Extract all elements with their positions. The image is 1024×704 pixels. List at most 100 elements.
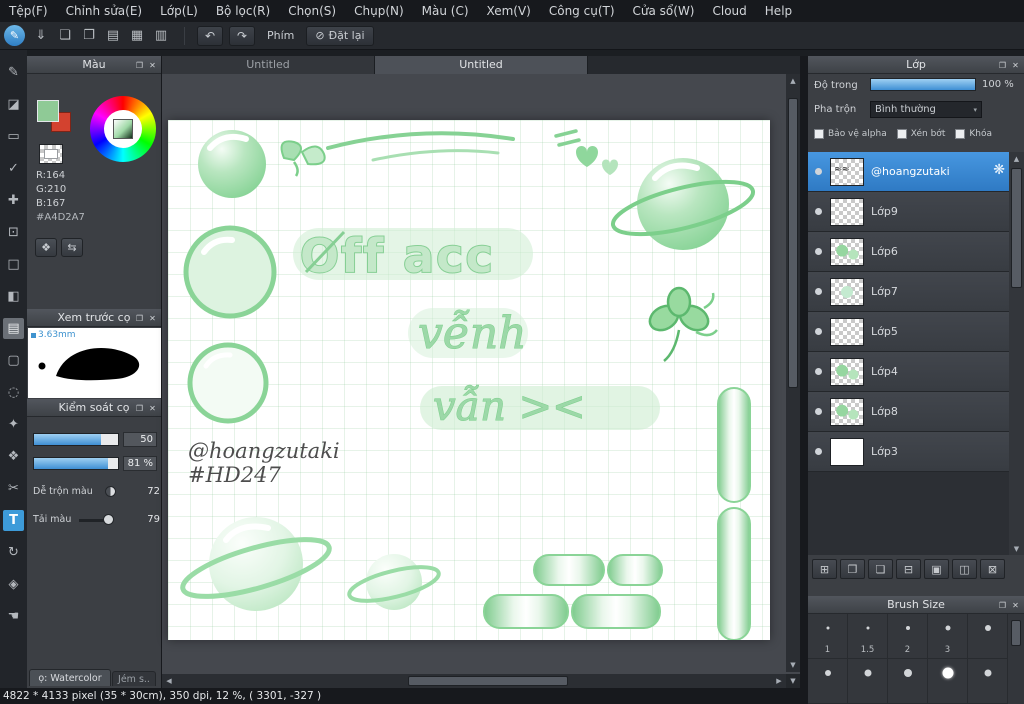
brush-size-cell[interactable] [968, 659, 1008, 704]
scroll-up-icon[interactable]: ▲ [786, 74, 800, 88]
save-icon[interactable]: ⇓ [30, 25, 52, 47]
canvas-horizontal-scrollbar[interactable]: ◀ ▶ [162, 674, 786, 688]
reset-button[interactable]: ⊘ Đặt lại [306, 25, 374, 46]
brush-size-slider[interactable] [33, 433, 119, 446]
scroll-down-icon[interactable]: ▼ [1009, 542, 1024, 555]
menu-layer[interactable]: Lớp(L) [151, 0, 207, 22]
redo-button[interactable]: ↷ [229, 25, 255, 46]
vertical-scroll-thumb[interactable] [788, 98, 798, 388]
active-brush-icon[interactable]: ✎ [4, 25, 25, 46]
transparent-color-swatch[interactable] [39, 144, 63, 164]
brush-size-scrollbar[interactable] [1008, 614, 1024, 704]
brush-size-scroll-thumb[interactable] [1011, 620, 1021, 646]
fill-tool[interactable]: ◧ [3, 286, 24, 307]
chat-icon[interactable]: ❐ [78, 25, 100, 47]
color-load-knob[interactable] [103, 514, 114, 525]
layer-row[interactable]: Lớp6 [808, 232, 1009, 272]
text-tool[interactable]: T [3, 510, 24, 531]
brush-size-cell[interactable] [888, 659, 928, 704]
move-layer-button[interactable]: ◫ [952, 559, 977, 579]
eraser-tool[interactable]: ◪ [3, 94, 24, 115]
popout-icon[interactable]: ❐ [997, 59, 1008, 71]
brush-size-cell[interactable] [808, 659, 848, 704]
menu-cloud[interactable]: Cloud [704, 0, 756, 22]
panel-divider[interactable] [800, 56, 808, 704]
color-wheel-square[interactable] [113, 119, 133, 139]
duplicate-layer-button[interactable]: ❐ [840, 559, 865, 579]
layer-visibility-dot[interactable] [815, 208, 822, 215]
menu-filter[interactable]: Bộ lọc(R) [207, 0, 279, 22]
undo-button[interactable]: ↶ [197, 25, 223, 46]
add-layer-button[interactable]: ⊞ [812, 559, 837, 579]
menu-window[interactable]: Cửa sổ(W) [624, 0, 704, 22]
document-icon[interactable]: ▤ [102, 25, 124, 47]
layer-visibility-dot[interactable] [815, 248, 822, 255]
delete-layer-button[interactable]: ⊠ [980, 559, 1005, 579]
clipping-checkbox[interactable] [896, 129, 907, 139]
move-tool[interactable]: ✚ [3, 190, 24, 211]
foreground-color-swatch[interactable] [37, 100, 59, 122]
select-tool[interactable]: ▭ [3, 126, 24, 147]
close-icon[interactable]: ✕ [147, 59, 158, 71]
shape-brush-tool[interactable]: □ [3, 254, 24, 275]
brush-size-cell[interactable] [848, 659, 888, 704]
layer-visibility-dot[interactable] [815, 328, 822, 335]
lock-checkbox[interactable] [955, 129, 966, 139]
rotate-tool[interactable]: ↻ [3, 542, 24, 563]
brush-size-cell[interactable] [968, 614, 1008, 659]
pen-tool[interactable]: ✎ [3, 62, 24, 83]
close-icon[interactable]: ✕ [147, 312, 158, 324]
paste-layer-button[interactable]: ❏ [868, 559, 893, 579]
document-tab-1[interactable]: Untitled [162, 56, 375, 74]
palette-button[interactable]: ❖ [35, 238, 57, 257]
brush-size-cell[interactable]: 1 [808, 614, 848, 659]
divide-tool[interactable]: ✂ [3, 478, 24, 499]
close-icon[interactable]: ✕ [1010, 59, 1021, 71]
brush-opacity-value[interactable]: 81 % [123, 456, 157, 471]
layers-scrollbar[interactable]: ▲ ▼ [1009, 152, 1024, 555]
opacity-slider[interactable] [870, 78, 976, 91]
horizontal-scroll-thumb[interactable] [408, 676, 568, 686]
brush-size-cell[interactable]: 3 [928, 614, 968, 659]
table-icon[interactable]: ▥ [150, 25, 172, 47]
brush-size-value[interactable]: 50 [123, 432, 157, 447]
menu-tools[interactable]: Công cụ(T) [540, 0, 624, 22]
magic-wand-tool[interactable]: ✦ [3, 414, 24, 435]
layer-row[interactable]: Lớp9 [808, 192, 1009, 232]
scroll-up-icon[interactable]: ▲ [1009, 152, 1024, 165]
layer-settings-icon[interactable]: ❋ [993, 162, 1005, 178]
marquee-tool[interactable]: ▢ [3, 350, 24, 371]
layer-visibility-dot[interactable] [815, 448, 822, 455]
menu-file[interactable]: Tệp(F) [0, 0, 57, 22]
layer-visibility-dot[interactable] [815, 168, 822, 175]
layer-row[interactable]: Lớp3 [808, 432, 1009, 472]
layer-row[interactable]: Lớp5 [808, 312, 1009, 352]
close-icon[interactable]: ✕ [147, 402, 158, 414]
layer-visibility-dot[interactable] [815, 288, 822, 295]
popout-icon[interactable]: ❐ [997, 599, 1008, 611]
layer-row[interactable]: Lớp4 [808, 352, 1009, 392]
workspace[interactable]: Off acc vễnh vẫn >< @hoangzutaki #HD247 … [162, 74, 800, 688]
layers-scroll-thumb[interactable] [1011, 168, 1022, 288]
pattern-tool[interactable]: ❖ [3, 446, 24, 467]
eyedropper-tool[interactable]: ◈ [3, 574, 24, 595]
scroll-right-icon[interactable]: ▶ [772, 674, 786, 688]
layer-row[interactable]: Lớp7 [808, 272, 1009, 312]
tab-brush-list[interactable]: Jém s.. [112, 671, 156, 686]
menu-help[interactable]: Help [756, 0, 801, 22]
menu-select[interactable]: Chọn(S) [279, 0, 345, 22]
folder-button[interactable]: ▣ [924, 559, 949, 579]
drawing-canvas[interactable]: Off acc vễnh vẫn >< @hoangzutaki #HD247 [168, 120, 770, 640]
canvas-vertical-scrollbar[interactable]: ▲ ▼ [786, 74, 800, 672]
color-mix-knob[interactable] [105, 486, 116, 497]
brush-opacity-slider[interactable] [33, 457, 119, 470]
menu-view[interactable]: Xem(V) [478, 0, 540, 22]
swap-colors-button[interactable]: ⇆ [61, 238, 83, 257]
keys-label[interactable]: Phím [259, 29, 302, 42]
close-icon[interactable]: ✕ [1010, 599, 1021, 611]
comment-icon[interactable]: ❏ [54, 25, 76, 47]
layer-row[interactable]: Lớp8 [808, 392, 1009, 432]
menu-edit[interactable]: Chỉnh sửa(E) [57, 0, 152, 22]
hand-tool[interactable]: ☚ [3, 606, 24, 627]
transform-tool[interactable]: ⊡ [3, 222, 24, 243]
